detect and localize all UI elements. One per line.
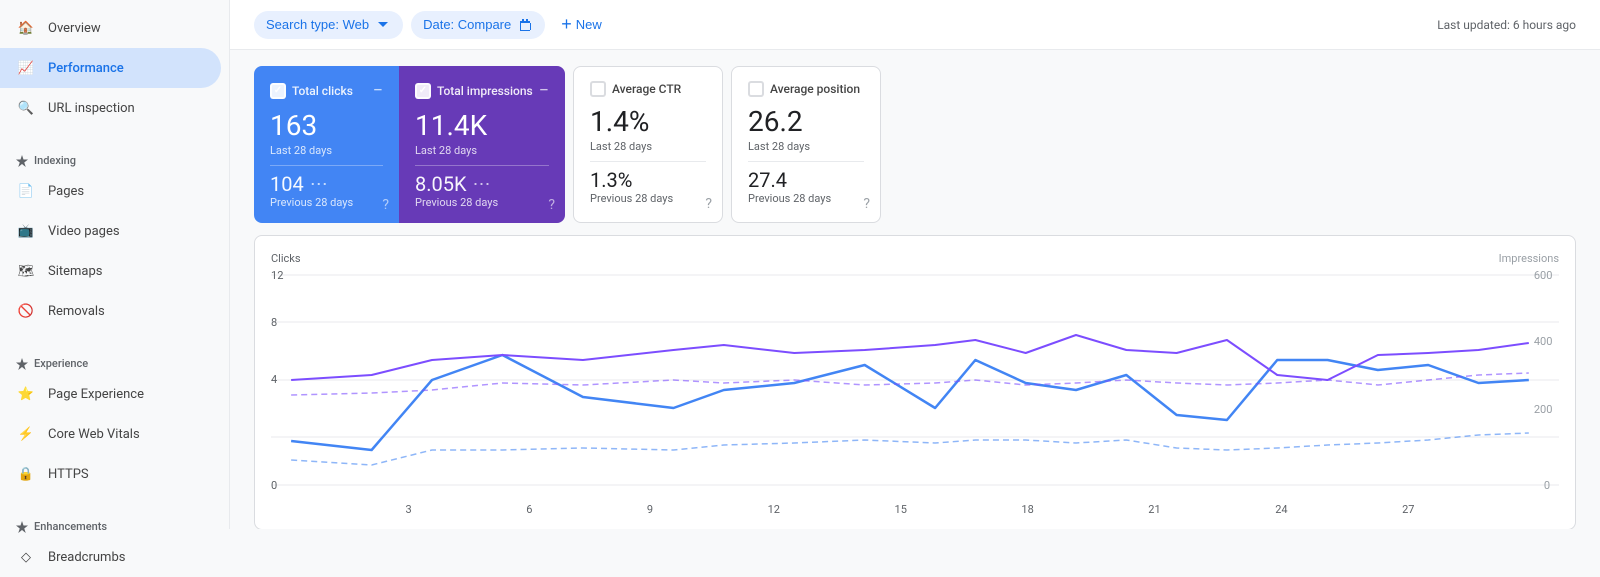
total-impressions-checkbox[interactable]: ✓ — [415, 83, 431, 99]
home-icon: 🏠 — [16, 18, 36, 38]
avg-ctr-checkbox[interactable] — [590, 81, 606, 97]
total-clicks-checkbox[interactable]: ✓ — [270, 83, 286, 99]
avg-ctr-card: Average CTR 1.4% Last 28 days 1.3% Previ… — [573, 66, 723, 223]
video-icon: 📺 — [16, 221, 36, 241]
total-clicks-help[interactable]: ? — [382, 197, 389, 213]
x-label-spacer-right — [1529, 503, 1559, 516]
trend-icon: 📈 — [16, 58, 36, 78]
total-impressions-help[interactable]: ? — [548, 197, 555, 213]
avg-position-checkbox[interactable] — [748, 81, 764, 97]
svg-text:0: 0 — [1544, 479, 1550, 492]
experience-section: Experience — [0, 347, 229, 374]
date-filter[interactable]: Date: Compare — [411, 11, 545, 39]
topbar: Search type: Web Date: Compare + New Las… — [230, 0, 1600, 50]
avg-ctr-help[interactable]: ? — [705, 196, 712, 212]
total-clicks-menu[interactable]: ⋯ — [310, 174, 328, 195]
performance-chart: Clicks Impressions 12 8 4 0 600 400 200 — [254, 235, 1576, 529]
https-icon: 🔒 — [16, 464, 36, 484]
search-type-filter[interactable]: Search type: Web — [254, 11, 403, 39]
svg-text:400: 400 — [1534, 335, 1553, 348]
main-content: Search type: Web Date: Compare + New Las… — [230, 0, 1600, 529]
avg-position-card: Average position 26.2 Last 28 days 27.4 … — [731, 66, 881, 223]
last-updated-label: Last updated: 6 hours ago — [1437, 18, 1576, 32]
sidebar-item-page-experience[interactable]: ⭐ Page Experience — [0, 374, 221, 414]
sidebar-item-pages[interactable]: 📄 Pages — [0, 171, 221, 211]
sidebar-item-breadcrumbs[interactable]: ◇ Breadcrumbs — [0, 537, 221, 577]
breadcrumbs-icon: ◇ — [16, 547, 36, 567]
removals-icon: 🚫 — [16, 301, 36, 321]
svg-text:200: 200 — [1534, 403, 1553, 416]
avg-position-help[interactable]: ? — [863, 196, 870, 212]
sitemaps-icon: 🗺 — [16, 261, 36, 281]
indexing-section: Indexing — [0, 144, 229, 171]
svg-text:8: 8 — [271, 316, 277, 329]
x-label-spacer — [271, 503, 291, 516]
chart-x-labels: 3 6 9 12 15 18 21 24 27 — [271, 499, 1559, 520]
svg-text:0: 0 — [271, 479, 277, 492]
total-impressions-card: ✓ Total impressions − 11.4K Last 28 days… — [399, 66, 565, 223]
total-impressions-menu[interactable]: ⋯ — [473, 174, 491, 195]
total-impressions-collapse[interactable]: − — [539, 80, 549, 101]
chart-svg: 12 8 4 0 600 400 200 0 — [271, 265, 1559, 495]
sidebar-item-sitemaps[interactable]: 🗺 Sitemaps — [0, 251, 221, 291]
content-area: ✓ Total clicks − 163 Last 28 days 104 ⋯ … — [230, 50, 1600, 529]
sidebar-item-core-web-vitals[interactable]: ⚡ Core Web Vitals — [0, 414, 221, 454]
sidebar-item-https[interactable]: 🔒 HTTPS — [0, 454, 221, 494]
page-experience-icon: ⭐ — [16, 384, 36, 404]
chart-axis-labels: Clicks Impressions — [271, 252, 1559, 265]
sidebar-item-video-pages[interactable]: 📺 Video pages — [0, 211, 221, 251]
metric-cards: ✓ Total clicks − 163 Last 28 days 104 ⋯ … — [254, 66, 1576, 223]
svg-text:4: 4 — [271, 373, 277, 386]
total-clicks-card: ✓ Total clicks − 163 Last 28 days 104 ⋯ … — [254, 66, 399, 223]
sidebar-item-removals[interactable]: 🚫 Removals — [0, 291, 221, 331]
new-button[interactable]: + New — [553, 8, 610, 41]
svg-text:600: 600 — [1534, 269, 1553, 282]
sidebar: 🏠 Overview 📈 Performance 🔍 URL inspectio… — [0, 0, 230, 529]
search-icon: 🔍 — [16, 98, 36, 118]
plus-icon: + — [561, 14, 572, 35]
core-web-vitals-icon: ⚡ — [16, 424, 36, 444]
sidebar-item-url-inspection[interactable]: 🔍 URL inspection — [0, 88, 221, 128]
sidebar-item-performance[interactable]: 📈 Performance — [0, 48, 221, 88]
pages-icon: 📄 — [16, 181, 36, 201]
sidebar-item-overview[interactable]: 🏠 Overview — [0, 8, 221, 48]
total-clicks-collapse[interactable]: − — [373, 80, 383, 101]
svg-text:12: 12 — [271, 269, 283, 282]
enhancements-section: Enhancements — [0, 510, 229, 537]
